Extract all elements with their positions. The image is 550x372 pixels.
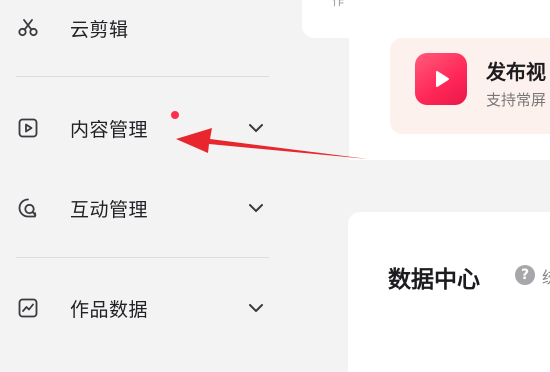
- sidebar: 云剪辑 内容管理 互动管理 作品数据: [0, 0, 297, 357]
- publish-subtitle: 支持常屏: [486, 91, 547, 109]
- sidebar-item-interaction-management[interactable]: 互动管理: [0, 188, 297, 228]
- data-center-panel: 数据中心 ? 统: [348, 212, 550, 372]
- notification-dot: [171, 111, 179, 119]
- sidebar-item-label: 互动管理: [70, 198, 149, 221]
- video-play-icon: [16, 116, 40, 140]
- play-icon: [415, 53, 467, 105]
- chat-bubble-icon: [16, 196, 40, 220]
- sidebar-item-label: 作品数据: [70, 298, 149, 321]
- sidebar-item-label: 云剪辑: [70, 18, 129, 41]
- sidebar-item-works-data[interactable]: 作品数据: [0, 288, 297, 328]
- sidebar-item-cloud-edit[interactable]: 云剪辑: [0, 8, 297, 48]
- divider: [16, 257, 269, 258]
- data-center-extra: 统: [542, 264, 550, 288]
- divider: [16, 76, 269, 77]
- top-card-text: 作: [332, 0, 345, 8]
- chevron-down-icon[interactable]: [244, 116, 268, 140]
- top-card[interactable]: 作: [302, 0, 550, 38]
- scissors-icon: [16, 16, 40, 40]
- publish-title: 发布视: [486, 60, 546, 84]
- chart-icon: [16, 296, 40, 320]
- data-center-title: 数据中心: [388, 267, 480, 293]
- publish-video-card[interactable]: 发布视 支持常屏: [390, 38, 550, 134]
- chevron-down-icon[interactable]: [244, 196, 268, 220]
- help-icon[interactable]: ?: [515, 265, 535, 285]
- chevron-down-icon[interactable]: [244, 296, 268, 320]
- sidebar-item-label: 内容管理: [70, 118, 149, 141]
- sidebar-item-content-management[interactable]: 内容管理: [0, 108, 297, 148]
